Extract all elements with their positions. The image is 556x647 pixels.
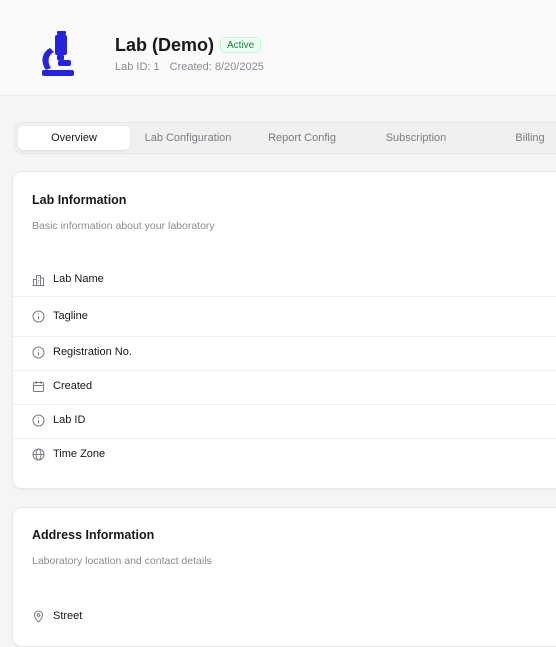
globe-icon: [32, 448, 45, 461]
page-title: Lab (Demo): [115, 35, 214, 55]
lab-id-text: Lab ID: 1: [115, 61, 160, 73]
lab-meta: Lab ID: 1 Created: 8/20/2025: [115, 61, 264, 73]
tab-bar: Overview Lab Configuration Report Config…: [14, 122, 556, 154]
field-label: Registration No.: [53, 346, 132, 358]
card-title: Address Information: [32, 528, 155, 542]
tab-overview[interactable]: Overview: [18, 126, 130, 150]
field-label: Created: [53, 380, 93, 392]
status-badge: Active: [220, 37, 262, 53]
tab-subscription[interactable]: Subscription: [360, 126, 472, 150]
field-row-time-zone: Time Zone: [13, 439, 556, 473]
field-label: Time Zone: [53, 448, 106, 460]
card-subtitle: Laboratory location and contact details: [32, 555, 212, 567]
calendar-icon: [32, 380, 45, 393]
lab-information-card: Lab Information Basic information about …: [12, 171, 556, 489]
field-label: Lab Name: [53, 273, 104, 285]
field-row-registration-no: Registration No.: [13, 337, 556, 371]
info-icon: [32, 414, 45, 427]
tab-lab-configuration[interactable]: Lab Configuration: [132, 126, 244, 150]
info-icon: [32, 310, 45, 323]
field-row-street: Street: [13, 600, 556, 634]
field-row-created: Created: [13, 371, 556, 405]
field-label: Lab ID: [53, 414, 86, 426]
card-subtitle: Basic information about your laboratory: [32, 220, 215, 232]
field-row-lab-name: Lab Name: [13, 263, 556, 297]
info-icon: [32, 346, 45, 359]
created-text: Created: 8/20/2025: [169, 61, 264, 73]
microscope-icon: [38, 30, 78, 78]
tab-billing[interactable]: Billing: [474, 126, 556, 150]
field-row-lab-id: Lab ID: [13, 405, 556, 439]
card-title: Lab Information: [32, 193, 127, 207]
field-label: Tagline: [53, 310, 88, 322]
lab-header: Lab (Demo) Active Lab ID: 1 Created: 8/20…: [0, 0, 556, 96]
building-icon: [32, 273, 45, 286]
tab-report-config[interactable]: Report Config: [246, 126, 358, 150]
address-information-card: Address Information Laboratory location …: [12, 507, 556, 647]
field-row-tagline: Tagline: [13, 299, 556, 337]
